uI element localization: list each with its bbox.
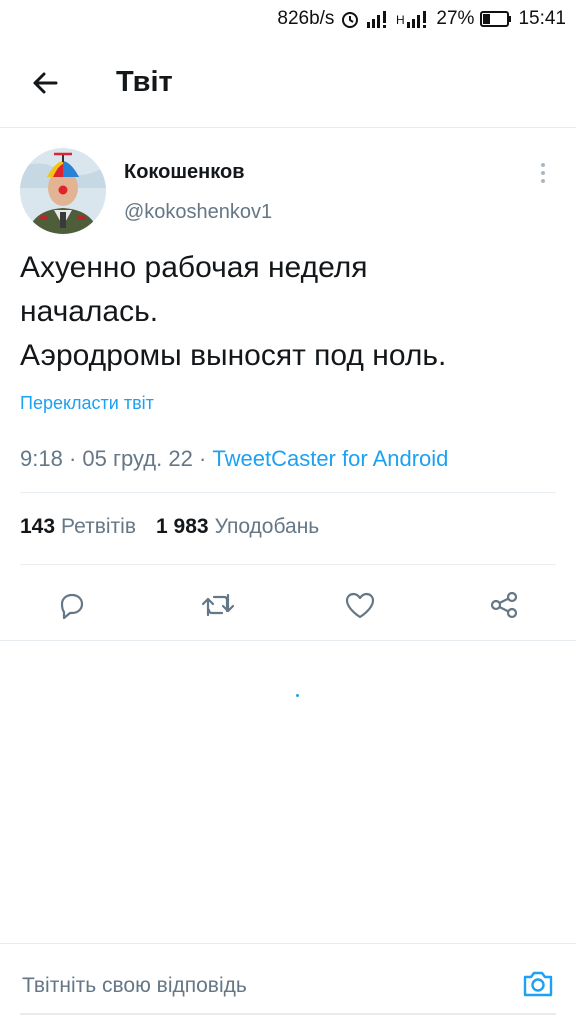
avatar[interactable] [20, 148, 106, 234]
battery-percent: 27% [436, 8, 475, 29]
tweet-text-line: Ахуенно рабочая неделя [20, 251, 368, 284]
signal-h-icon: H [396, 10, 430, 28]
retweets-label: Ретвітів [61, 515, 136, 538]
likes-stat[interactable]: 1 983 Уподобань [156, 515, 319, 539]
loading-indicator [296, 694, 299, 697]
meta-separator: · [198, 446, 207, 471]
tweet-text-line: началась. [20, 295, 159, 328]
divider [20, 564, 556, 565]
alarm-icon [340, 9, 360, 29]
tweet-detail: Кокошенков @kokoshenkov1 Ахуенно рабочая… [0, 128, 576, 641]
input-underline [20, 1013, 556, 1015]
like-button[interactable] [338, 583, 382, 627]
meta-separator: · [68, 446, 77, 471]
share-icon [490, 591, 518, 619]
app-header: Твіт [0, 38, 576, 128]
svg-text:H: H [396, 13, 405, 27]
camera-icon [523, 971, 553, 997]
tweet-date: 05 груд. 22 [82, 446, 193, 471]
share-button[interactable] [482, 583, 526, 627]
retweet-button[interactable] [196, 583, 240, 627]
author-handle[interactable]: @kokoshenkov1 [124, 201, 272, 224]
dot-icon [541, 179, 545, 183]
battery-icon [480, 11, 512, 27]
reply-bar [0, 943, 576, 1024]
translate-tweet-link[interactable]: Перекласти твіт [20, 393, 154, 414]
tweet-text: Ахуенно рабочая неделя началась. Аэродро… [20, 246, 560, 378]
retweets-count: 143 [20, 515, 56, 538]
tweet-author: Кокошенков @kokoshenkov1 [0, 128, 576, 238]
back-button[interactable] [20, 58, 70, 108]
retweet-icon [201, 593, 235, 617]
likes-count: 1 983 [156, 515, 209, 538]
more-options-button[interactable] [528, 158, 558, 188]
status-bar: 826b/s H 27% 15:41 [0, 0, 576, 38]
tweet-source-link[interactable]: TweetCaster for Android [212, 446, 448, 471]
signal-icon [366, 10, 390, 28]
likes-label: Уподобань [214, 515, 320, 538]
tweet-text-line: Аэродромы выносят под ноль. [20, 339, 447, 372]
reply-input[interactable] [22, 968, 502, 1004]
tweet-meta: 9:18 · 05 груд. 22 · TweetCaster for And… [20, 446, 448, 472]
divider [0, 640, 576, 641]
reply-button[interactable] [50, 583, 94, 627]
divider [20, 492, 556, 493]
retweets-stat[interactable]: 143 Ретвітів [20, 515, 136, 539]
page-title: Твіт [116, 66, 173, 98]
clock: 15:41 [518, 8, 566, 29]
dot-icon [541, 171, 545, 175]
dot-icon [541, 163, 545, 167]
camera-button[interactable] [520, 966, 556, 1002]
tweet-stats: 143 Ретвітів 1 983 Уподобань [20, 515, 319, 539]
reply-icon [60, 593, 84, 620]
arrow-left-icon [33, 72, 58, 93]
like-icon [345, 592, 375, 619]
tweet-actions [0, 583, 576, 639]
net-speed: 826b/s [277, 8, 335, 29]
author-name[interactable]: Кокошенков [124, 161, 245, 184]
tweet-time: 9:18 [20, 446, 63, 471]
